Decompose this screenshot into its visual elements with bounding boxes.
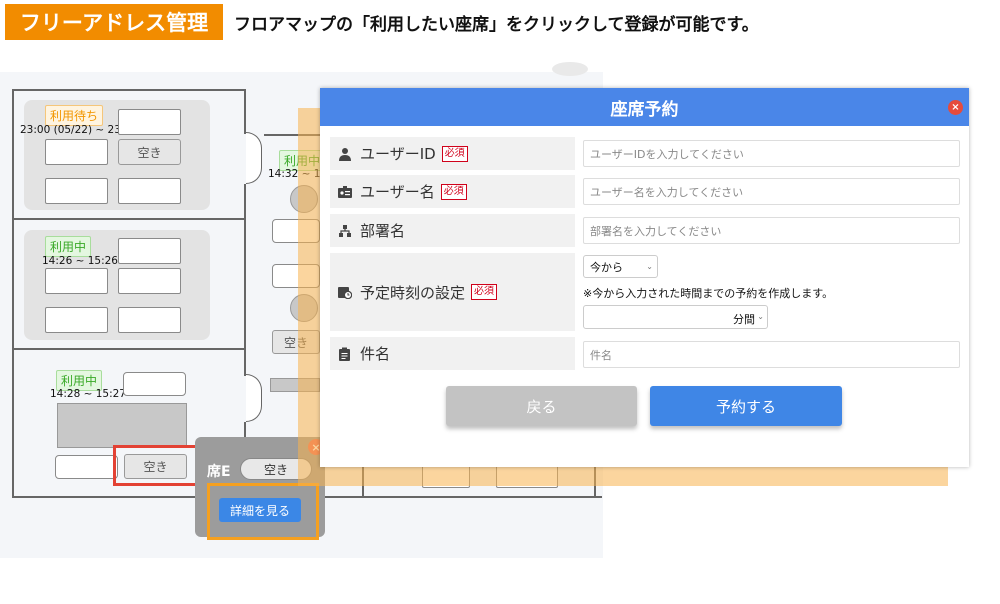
seat[interactable] [55,455,118,479]
chevron-down-icon: ⌄ [646,262,653,271]
select-value: 分間 [733,313,755,326]
chevron-down-icon: ⌄ [757,312,764,321]
seat[interactable] [45,307,108,333]
required-badge: 必須 [440,183,467,200]
seat[interactable] [123,372,186,396]
department-input[interactable]: 部署名を入力してください [583,217,960,244]
user-id-input[interactable]: ユーザーIDを入力してください [583,140,960,167]
popup-title: 席E [207,464,231,480]
id-card-icon [338,185,352,199]
wall [12,89,245,91]
wall [12,89,14,497]
user-name-input[interactable]: ユーザー名を入力してください [583,178,960,205]
modal-title: 座席予約 [610,99,679,120]
required-badge: 必須 [471,284,498,300]
schedule-label: 予定時刻の設定 必須 [330,253,575,331]
reservation-modal: 座席予約 × ユーザーID 必須 ユーザーIDを入力してください ユーザー名 必… [320,88,969,467]
user-name-label: ユーザー名 必須 [330,175,575,208]
start-time-select[interactable]: 今から ⌄ [583,255,658,278]
seat[interactable] [118,238,181,264]
wall [12,218,245,220]
seat[interactable] [118,307,181,333]
highlight-details-button [207,483,319,540]
wall [244,89,246,134]
field-label-text: 件名 [360,345,391,363]
calendar-clock-icon [338,285,352,299]
field-label-text: ユーザーID [360,145,436,163]
decoration [552,62,588,76]
page-badge: フリーアドレス管理 [5,4,223,40]
wall [244,184,246,376]
field-label-text: ユーザー名 [360,183,435,201]
status-badge: 利用待ち [45,105,104,126]
reservation-time: 14:28 ~ 15:27 [50,388,126,400]
status-badge: 利用中 [45,236,92,257]
door [246,132,262,184]
duration-minutes-select[interactable]: 分間 ⌄ [583,305,768,329]
user-id-label: ユーザーID 必須 [330,137,575,170]
org-chart-icon [338,224,352,238]
seat[interactable] [45,268,108,294]
back-button[interactable]: 戻る [446,386,637,426]
seat[interactable] [45,139,108,165]
close-icon[interactable]: × [948,100,963,115]
user-icon [338,147,352,161]
schedule-note: ※今から入力された時間までの予約を作成します。 [583,287,834,300]
subject-label: 件名 [330,337,575,370]
seat[interactable] [118,178,181,204]
field-label-text: 部署名 [360,222,406,240]
reserve-button[interactable]: 予約する [650,386,842,426]
field-label-text: 予定時刻の設定 [360,283,466,302]
highlight-selected-seat [113,445,204,486]
select-value: 今から [590,260,623,274]
modal-header: 座席予約 × [320,88,969,126]
reservation-time: 14:26 ~ 15:26 [42,255,118,267]
department-label: 部署名 [330,214,575,247]
clipboard-icon [338,347,352,361]
seat[interactable] [118,268,181,294]
subject-input[interactable]: 件名 [583,341,960,368]
door [246,374,262,422]
seat-vacant[interactable]: 空き [118,139,181,165]
meeting-table [57,403,187,448]
seat[interactable] [118,109,181,135]
required-badge: 必須 [441,145,468,162]
wall [12,348,245,350]
seat[interactable] [45,178,108,204]
page-description: フロアマップの「利用したい座席」をクリックして登録が可能です。 [234,15,759,35]
